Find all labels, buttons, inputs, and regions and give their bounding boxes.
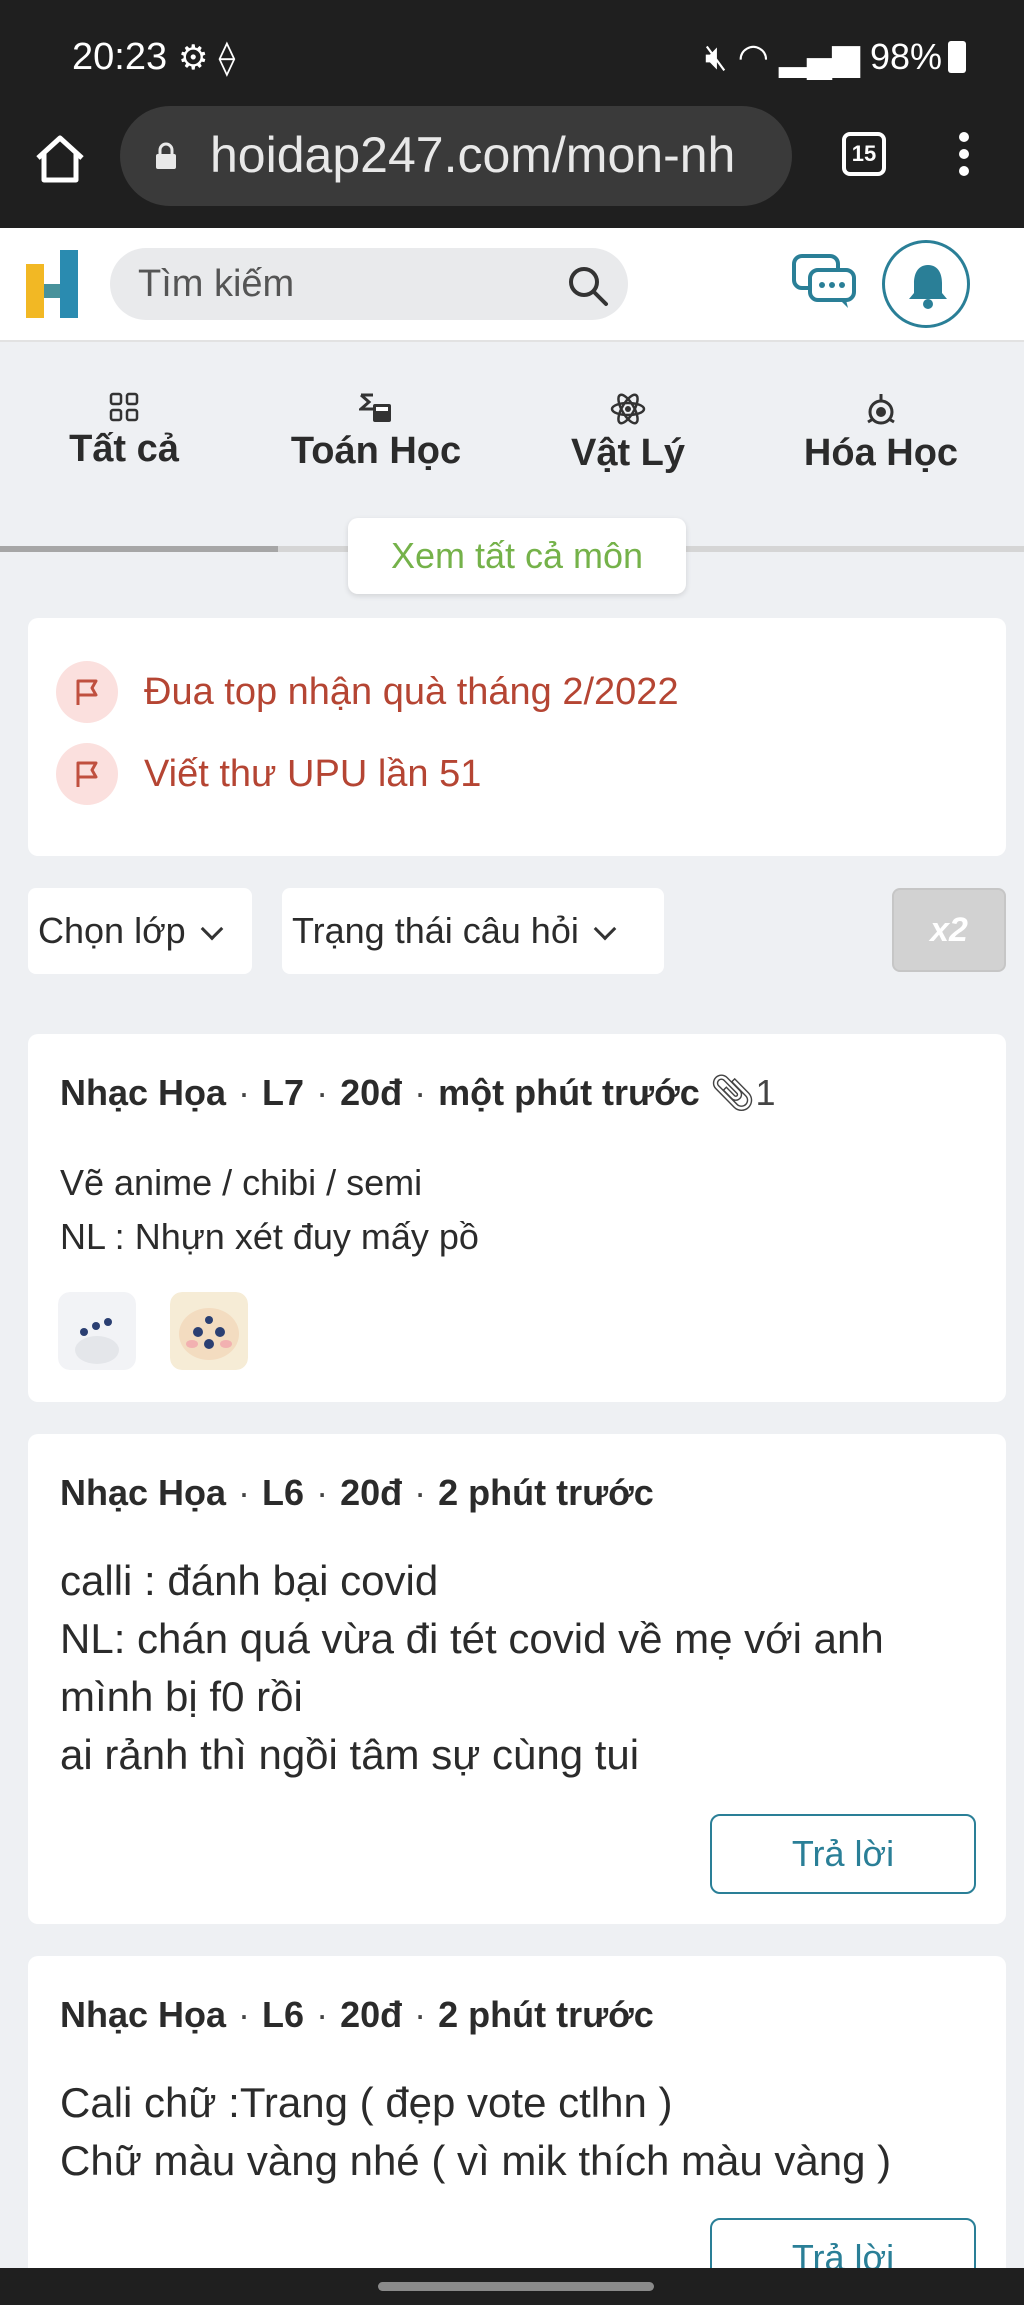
question-body: Vẽ anime / chibi / semi NL : Nhựn xét đu… <box>60 1156 479 1264</box>
question-subject[interactable]: Nhạc Họa <box>60 1994 226 2035</box>
announcement-item[interactable]: Đua top nhận quà tháng 2/2022 <box>56 660 679 724</box>
attachment-count: 1 <box>755 1072 776 1113</box>
reply-button[interactable]: Trả lời <box>710 1814 976 1894</box>
question-line: NL : Nhựn xét đuy mấy pồ <box>60 1216 479 1257</box>
announcement-text: Đua top nhận quà tháng 2/2022 <box>144 670 679 713</box>
flag-icon <box>56 743 118 805</box>
system-nav-bar <box>0 2268 1024 2305</box>
tab-label: Vật Lý <box>570 432 686 474</box>
url-text: hoidap247.com/mon-nh <box>210 127 736 183</box>
battery-level: 98% <box>869 36 942 77</box>
question-meta: Nhạc Họa · L6 · 20đ · 2 phút trước <box>60 1472 654 1513</box>
address-bar[interactable]: hoidap247.com/mon-nh <box>120 106 792 206</box>
status-right: 🔇︎ ◠ ▂▄▆ 98% <box>705 36 966 79</box>
question-grade: L7 <box>262 1072 305 1113</box>
attachment-thumbnail[interactable] <box>170 1292 248 1370</box>
site-logo[interactable] <box>26 250 86 318</box>
tab-label: Hóa Học <box>803 432 959 474</box>
site-header <box>0 228 1024 342</box>
browser-toolbar: hoidap247.com/mon-nh 15 <box>0 100 1024 228</box>
question-grade: L6 <box>262 1994 305 2035</box>
question-grade: L6 <box>262 1472 305 1513</box>
grid-icon <box>109 392 139 422</box>
status-select-value: Trạng thái câu hỏi <box>292 910 579 951</box>
search-icon[interactable] <box>564 262 612 310</box>
atom-icon <box>610 393 646 425</box>
chevron-down-icon <box>593 917 617 941</box>
paperclip-icon: 📎︎ <box>709 1072 756 1113</box>
tab-label: Tất cả <box>69 428 179 470</box>
question-points: 20đ <box>340 1994 403 2035</box>
question-line: calli : đánh bại covid <box>60 1557 439 1604</box>
status-left-icons: ⚙⟠ <box>178 38 245 78</box>
question-line: Vẽ anime / chibi / semi <box>60 1162 423 1203</box>
tab-switcher-button[interactable]: 15 <box>842 132 886 176</box>
location-icon: ⟠ <box>218 39 246 77</box>
home-icon[interactable] <box>30 128 90 188</box>
subject-tabs: Tất cả Toán Học Vật Lý Hóa Học Xem tất c… <box>0 342 1024 594</box>
status-bar: 20:23 ⚙⟠ 🔇︎ ◠ ▂▄▆ 98% <box>0 0 1024 110</box>
question-time: 2 phút trước <box>438 1994 654 2035</box>
tab-all[interactable]: Tất cả <box>60 392 188 471</box>
question-body: Cali chữ :Trang ( đẹp vote ctlhn ) Chữ m… <box>60 2074 891 2190</box>
tab-label: Toán Học <box>290 430 462 472</box>
question-points: 20đ <box>340 1072 403 1113</box>
question-line: Chữ màu vàng nhé ( vì mik thích màu vàng… <box>60 2137 892 2184</box>
search-input[interactable] <box>138 260 538 308</box>
question-card[interactable]: Nhạc Họa · L7 · 20đ · một phút trước 📎︎1 Vẽ an… <box>28 1034 1006 1402</box>
search-box <box>110 248 628 320</box>
announcement-item[interactable]: Viết thư UPU lần 51 <box>56 742 481 806</box>
attachment-thumbnail[interactable] <box>58 1292 136 1370</box>
grade-select-value: Chọn lớp <box>38 910 186 951</box>
question-card[interactable]: Nhạc Họa · L6 · 20đ · 2 phút trước calli : đán… <box>28 1434 1006 1924</box>
view-all-subjects-button[interactable]: Xem tất cả môn <box>348 518 686 594</box>
signal-icon: ▂▄▆ <box>779 36 860 77</box>
notifications-button[interactable] <box>882 240 970 328</box>
flask-icon <box>867 394 895 425</box>
battery-icon <box>948 41 966 73</box>
question-time: 2 phút trước <box>438 1472 654 1513</box>
question-points: 20đ <box>340 1472 403 1513</box>
messages-icon[interactable] <box>792 252 858 312</box>
settings-icon: ⚙ <box>178 39 219 77</box>
status-select[interactable]: Trạng thái câu hỏi <box>282 888 664 974</box>
tab-chemistry[interactable]: Hóa Học <box>796 392 966 475</box>
tab-math[interactable]: Toán Học <box>284 392 468 473</box>
question-body: calli : đánh bại covid NL: chán quá vừa … <box>60 1552 884 1784</box>
flag-icon <box>56 661 118 723</box>
announcement-text: Viết thư UPU lần 51 <box>144 752 482 795</box>
question-meta: Nhạc Họa · L7 · 20đ · một phút trước 📎︎1 <box>60 1072 776 1113</box>
question-line: Cali chữ :Trang ( đẹp vote ctlhn ) <box>60 2079 673 2126</box>
overflow-menu-icon[interactable] <box>952 126 976 186</box>
wifi-icon: ◠ <box>737 36 770 77</box>
calculator-icon <box>359 393 391 422</box>
question-line: NL: chán quá vừa đi tét covid về mẹ với … <box>60 1615 884 1662</box>
question-line: ai rảnh thì ngồi tâm sự cùng tui <box>60 1731 640 1778</box>
bell-icon <box>909 265 947 309</box>
announcements-card: Đua top nhận quà tháng 2/2022 Viết thư U… <box>28 618 1006 856</box>
tabs-scroll-thumb[interactable] <box>0 546 278 552</box>
status-time: 20:23 <box>72 36 168 78</box>
mute-icon: 🔇︎ <box>704 36 728 77</box>
question-meta: Nhạc Họa · L6 · 20đ · 2 phút trước <box>60 1994 654 2035</box>
tab-physics[interactable]: Vật Lý <box>564 392 692 475</box>
chevron-down-icon <box>200 917 224 941</box>
question-subject[interactable]: Nhạc Họa <box>60 1072 226 1113</box>
question-card[interactable]: Nhạc Họa · L6 · 20đ · 2 phút trước Cali chữ :T… <box>28 1956 1006 2298</box>
question-line: mình bị f0 rồi <box>60 1673 303 1720</box>
home-gesture-handle[interactable] <box>378 2282 654 2291</box>
grade-select[interactable]: Chọn lớp <box>28 888 252 974</box>
lock-icon <box>156 142 176 169</box>
question-time: một phút trước <box>438 1072 700 1113</box>
x2-points-button[interactable]: x2 <box>892 888 1006 972</box>
question-subject[interactable]: Nhạc Họa <box>60 1472 226 1513</box>
